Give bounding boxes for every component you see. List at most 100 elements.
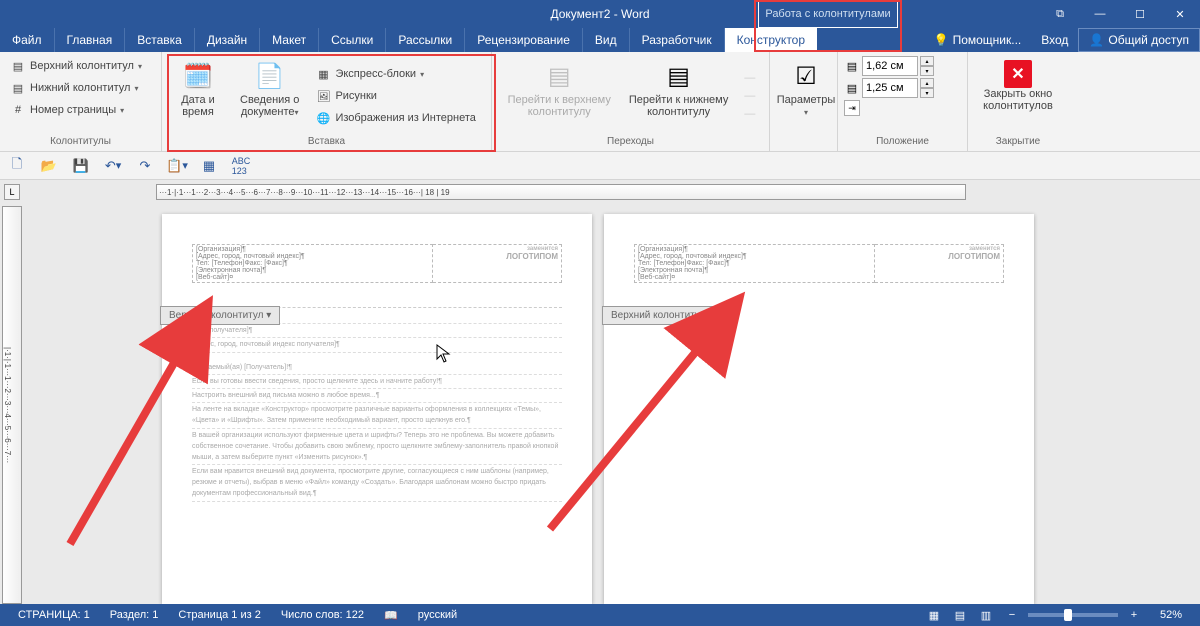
qat-format-icon[interactable]: 📋▾ <box>168 157 186 175</box>
qat-table-icon[interactable]: ▦ <box>200 157 218 175</box>
spin-up[interactable]: ▴ <box>920 78 934 88</box>
tab-view[interactable]: Вид <box>583 28 630 52</box>
page-2[interactable]: [Организация]¶ [Адрес, город, почтовый и… <box>604 214 1034 604</box>
zoom-slider[interactable] <box>1028 613 1118 617</box>
status-words[interactable]: Число слов: 122 <box>271 609 374 621</box>
body-line-4[interactable]: В вашей организации используют фирменные… <box>192 429 562 466</box>
header-org[interactable]: [Организация]¶ <box>196 246 429 253</box>
header-table[interactable]: [Организация]¶ [Адрес, город, почтовый и… <box>192 244 562 283</box>
nav-option-1[interactable]: — <box>740 70 759 86</box>
recipient[interactable]: [Имя получателя]¶ <box>192 324 562 338</box>
header-addr-2[interactable]: [Адрес, город, почтовый индекс]¶ <box>638 253 871 260</box>
spin-down[interactable]: ▾ <box>920 66 934 76</box>
horizontal-ruler[interactable]: ···1·|·1···1···2···3···4···5···6···7···8… <box>156 184 966 200</box>
footer-bottom-input[interactable] <box>862 78 918 98</box>
qat-new-icon[interactable]: 🗋 <box>8 157 26 175</box>
body-line-3[interactable]: На ленте на вкладке «Конструктор» просмо… <box>192 403 562 428</box>
footer-dropdown[interactable]: ▤Нижний колонтитул▾ <box>6 78 155 98</box>
logo-placeholder[interactable]: ЛОГОТИПОМ <box>436 252 558 261</box>
status-page[interactable]: СТРАНИЦА: 1 <box>8 609 100 621</box>
sign-in-link[interactable]: Вход <box>1031 28 1078 52</box>
header-email-2[interactable]: [Электронная почта]¶ <box>638 267 871 274</box>
body-content[interactable]: 0-НОЯБРЯ-2020-Г.¶ [Имя получателя]¶ [Адр… <box>192 307 562 502</box>
header-web-2[interactable]: [Веб-сайт]¤ <box>638 274 871 281</box>
lightbulb-icon: 💡 <box>934 33 949 47</box>
zoom-in-button[interactable]: + <box>1124 607 1144 623</box>
view-print-icon[interactable]: ▤ <box>950 607 970 623</box>
tab-design[interactable]: Дизайн <box>195 28 260 52</box>
minimize-button[interactable]: — <box>1080 0 1120 28</box>
tab-mailings[interactable]: Рассылки <box>386 28 465 52</box>
spin-down[interactable]: ▾ <box>920 88 934 98</box>
view-web-icon[interactable]: ▥ <box>976 607 996 623</box>
pictures-button[interactable]: 🖼Рисунки <box>311 86 479 106</box>
align-tab-icon[interactable]: ⇥ <box>844 100 860 116</box>
header-table-2[interactable]: [Организация]¶ [Адрес, город, почтовый и… <box>634 244 1004 283</box>
page-1[interactable]: [Организация]¶ [Адрес, город, почтовый и… <box>162 214 592 604</box>
group-label-options <box>776 147 831 149</box>
tab-references[interactable]: Ссылки <box>319 28 386 52</box>
tab-insert[interactable]: Вставка <box>125 28 195 52</box>
close-header-footer-button[interactable]: ✕ Закрыть окноколонтитулов <box>974 56 1062 116</box>
chevron-down-icon: ▾ <box>134 84 138 93</box>
tab-developer[interactable]: Разработчик <box>630 28 725 52</box>
nav-option-2[interactable]: — <box>740 88 759 104</box>
qat-undo-icon[interactable]: ↶▾ <box>104 157 122 175</box>
title-bar: Документ2 - Word Работа с колонтитулами … <box>0 0 1200 28</box>
goto-footer-icon: ▤ <box>663 60 695 92</box>
ribbon-options-button[interactable]: ⧉ <box>1040 0 1080 28</box>
tab-file[interactable]: Файл <box>0 28 55 52</box>
page-number-dropdown[interactable]: #Номер страницы▾ <box>6 100 155 120</box>
options-button[interactable]: ☑ Параметры▾ <box>776 56 836 123</box>
vertical-ruler[interactable]: |·1·|·1···1···2···3···4···5···6···7··· <box>2 206 22 604</box>
header-addr[interactable]: [Адрес, город, почтовый индекс]¶ <box>196 253 429 260</box>
nav-option-3[interactable]: — <box>740 106 759 122</box>
tell-me-help[interactable]: 💡Помощник... <box>924 28 1032 52</box>
status-page-of[interactable]: Страница 1 из 2 <box>168 609 270 621</box>
close-x-icon: ✕ <box>1004 60 1032 88</box>
qat-redo-icon[interactable]: ↷ <box>136 157 154 175</box>
document-info-button[interactable]: 📄 Сведения одокументе▾ <box>234 56 305 136</box>
tab-home[interactable]: Главная <box>55 28 126 52</box>
header-email[interactable]: [Электронная почта]¶ <box>196 267 429 274</box>
tab-layout[interactable]: Макет <box>260 28 319 52</box>
spin-up[interactable]: ▴ <box>920 56 934 66</box>
recipient-addr[interactable]: [Адрес, город, почтовый индекс получател… <box>192 338 562 352</box>
tab-review[interactable]: Рецензирование <box>465 28 583 52</box>
header-web[interactable]: [Веб-сайт]¤ <box>196 274 429 281</box>
ribbon: ▤Верхний колонтитул▾ ▤Нижний колонтитул▾… <box>0 52 1200 152</box>
date-time-button[interactable]: 🗓️ Дата ивремя <box>168 56 228 136</box>
group-label-position: Положение <box>844 136 961 149</box>
zoom-level[interactable]: 52% <box>1150 609 1192 621</box>
view-read-icon[interactable]: ▦ <box>924 607 944 623</box>
body-line-1[interactable]: Если вы готовы ввести сведения, просто щ… <box>192 375 562 389</box>
status-section[interactable]: Раздел: 1 <box>100 609 169 621</box>
header-tag-page1[interactable]: Верхний колонтитул ▾ <box>160 306 280 325</box>
header-dropdown[interactable]: ▤Верхний колонтитул▾ <box>6 56 155 76</box>
header-tag-page2[interactable]: Верхний колонтитул ▾ <box>602 306 722 325</box>
share-button[interactable]: 👤Общий доступ <box>1078 28 1200 52</box>
logo-placeholder-2[interactable]: ЛОГОТИПОМ <box>878 252 1000 261</box>
tab-selector[interactable]: L <box>4 184 20 200</box>
quick-parts-dropdown[interactable]: ▦Экспресс-блоки▾ <box>311 64 479 84</box>
body-line-5[interactable]: Если вам нравится внешний вид документа,… <box>192 465 562 502</box>
qat-open-icon[interactable]: 📂 <box>40 157 58 175</box>
zoom-thumb[interactable] <box>1064 609 1072 621</box>
header-phone[interactable]: Тел: [Телефон]Факс: [Факс]¶ <box>196 260 429 267</box>
status-proofing-icon[interactable]: 📖 <box>374 609 408 622</box>
header-top-input[interactable] <box>862 56 918 76</box>
close-button[interactable]: ✕ <box>1160 0 1200 28</box>
qat-abc-icon[interactable]: ABC123 <box>232 157 250 175</box>
header-org-2[interactable]: [Организация]¶ <box>638 246 871 253</box>
online-pictures-button[interactable]: 🌐Изображения из Интернета <box>311 108 479 128</box>
qat-save-icon[interactable]: 💾 <box>72 157 90 175</box>
zoom-out-button[interactable]: − <box>1002 607 1022 623</box>
tab-constructor[interactable]: Конструктор <box>725 28 817 52</box>
header-phone-2[interactable]: Тел: [Телефон]Факс: [Факс]¶ <box>638 260 871 267</box>
body-line-2[interactable]: Настроить внешний вид письма можно в люб… <box>192 389 562 403</box>
greeting[interactable]: Уважаемый(ая) [Получатель]!¶ <box>192 361 562 375</box>
goto-footer-button[interactable]: ▤ Перейти к нижнемуколонтитулу <box>623 56 734 136</box>
maximize-button[interactable]: ☐ <box>1120 0 1160 28</box>
status-language[interactable]: русский <box>408 609 467 621</box>
goto-header-button[interactable]: ▤ Перейти к верхнемуколонтитулу <box>502 56 617 136</box>
